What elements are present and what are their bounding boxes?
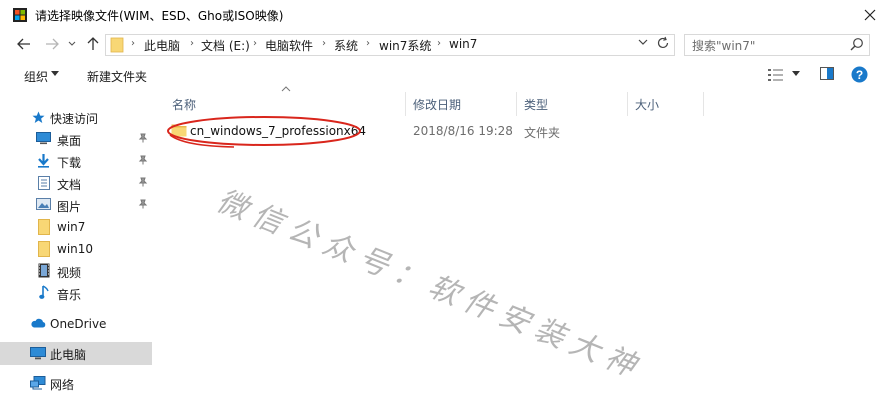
pin-icon[interactable] bbox=[138, 177, 148, 187]
nav-item-win7[interactable]: win7 bbox=[0, 216, 152, 238]
nav-label: 视频 bbox=[57, 266, 82, 280]
pin-icon[interactable] bbox=[138, 155, 148, 165]
address-history-dropdown-icon[interactable] bbox=[638, 38, 648, 46]
annotation-ellipse bbox=[167, 116, 361, 148]
nav-label: win10 bbox=[57, 242, 94, 256]
close-icon bbox=[864, 9, 876, 21]
preview-pane-icon[interactable] bbox=[820, 67, 834, 80]
nav-item-desktop[interactable]: 桌面 bbox=[0, 128, 152, 150]
computer-icon bbox=[30, 347, 46, 360]
nav-item-documents[interactable]: 文档 bbox=[0, 172, 152, 194]
search-placeholder: 搜索"win7" bbox=[692, 39, 756, 53]
arrow-left-icon bbox=[17, 38, 30, 50]
close-button[interactable] bbox=[857, 2, 883, 28]
arrow-right-icon bbox=[46, 38, 59, 50]
folder-icon bbox=[38, 219, 50, 235]
caret-down-icon[interactable] bbox=[792, 71, 800, 77]
new-folder-button[interactable]: 新建文件夹 bbox=[87, 68, 147, 85]
document-icon bbox=[38, 176, 50, 190]
download-icon bbox=[38, 154, 49, 168]
star-icon bbox=[32, 111, 45, 123]
title-bar: 请选择映像文件(WIM、ESD、Gho或ISO映像) bbox=[0, 0, 889, 30]
chevron-down-icon bbox=[68, 41, 76, 46]
breadcrumb-system[interactable]: 系统 bbox=[334, 37, 358, 54]
breadcrumb-separator: › bbox=[131, 38, 135, 49]
up-button[interactable] bbox=[83, 34, 103, 54]
organize-button[interactable]: 组织 bbox=[24, 68, 48, 85]
nav-label: win7 bbox=[57, 220, 86, 234]
nav-item-videos[interactable]: 视频 bbox=[0, 260, 152, 282]
nav-label: OneDrive bbox=[50, 317, 107, 331]
breadcrumb-drive-e[interactable]: 文档 (E:) bbox=[201, 37, 250, 54]
breadcrumb-software[interactable]: 电脑软件 bbox=[265, 37, 313, 54]
search-icon[interactable] bbox=[850, 37, 864, 51]
nav-item-music[interactable]: 音乐 bbox=[0, 282, 152, 304]
file-date: 2018/8/16 19:28 bbox=[413, 124, 513, 138]
nav-item-win10[interactable]: win10 bbox=[0, 238, 152, 260]
cloud-icon bbox=[31, 318, 46, 328]
refresh-icon[interactable] bbox=[656, 36, 670, 50]
column-divider[interactable] bbox=[703, 92, 704, 116]
nav-label: 网络 bbox=[50, 378, 75, 392]
svg-text:?: ? bbox=[856, 68, 863, 82]
navigation-pane: 快速访问 桌面 下载 文档 图片 win7 win10 视频 音乐 OneDri… bbox=[0, 90, 156, 400]
network-icon bbox=[30, 376, 46, 390]
column-divider[interactable] bbox=[516, 92, 517, 116]
column-divider[interactable] bbox=[627, 92, 628, 116]
nav-label: 下载 bbox=[57, 156, 82, 170]
recent-locations-button[interactable] bbox=[62, 34, 82, 54]
view-options-icon[interactable] bbox=[768, 68, 784, 82]
breadcrumb-separator: › bbox=[437, 38, 441, 49]
breadcrumb-win7[interactable]: win7 bbox=[449, 37, 477, 51]
pictures-icon bbox=[36, 198, 51, 210]
window-title: 请选择映像文件(WIM、ESD、Gho或ISO映像) bbox=[35, 9, 284, 23]
forward-button[interactable] bbox=[42, 34, 62, 54]
column-header-type[interactable]: 类型 bbox=[524, 96, 548, 120]
folder-icon bbox=[38, 241, 50, 257]
nav-label: 桌面 bbox=[57, 134, 82, 148]
column-header-size[interactable]: 大小 bbox=[635, 96, 659, 120]
arrow-up-icon bbox=[87, 37, 99, 50]
nav-network[interactable]: 网络 bbox=[0, 372, 152, 394]
breadcrumb-separator: › bbox=[322, 38, 326, 49]
nav-label: 音乐 bbox=[57, 288, 82, 302]
video-icon bbox=[38, 263, 50, 278]
pin-icon[interactable] bbox=[138, 133, 148, 143]
windows-flag-icon bbox=[13, 8, 27, 22]
breadcrumb-win7-system[interactable]: win7系统 bbox=[379, 37, 431, 54]
breadcrumb-this-pc[interactable]: 此电脑 bbox=[144, 37, 180, 54]
nav-item-pictures[interactable]: 图片 bbox=[0, 194, 152, 216]
nav-onedrive[interactable]: OneDrive bbox=[0, 313, 152, 335]
pane-divider[interactable] bbox=[156, 90, 157, 400]
nav-label: 快速访问 bbox=[50, 112, 99, 126]
desktop-icon bbox=[36, 132, 51, 145]
column-header-date[interactable]: 修改日期 bbox=[413, 96, 461, 120]
nav-this-pc[interactable]: 此电脑 bbox=[0, 342, 152, 365]
column-divider[interactable] bbox=[405, 92, 406, 116]
pin-icon[interactable] bbox=[138, 199, 148, 209]
breadcrumb-separator: › bbox=[190, 38, 194, 49]
sort-ascending-icon bbox=[281, 86, 291, 92]
nav-item-downloads[interactable]: 下载 bbox=[0, 150, 152, 172]
nav-label: 图片 bbox=[57, 200, 82, 214]
back-button[interactable] bbox=[14, 34, 34, 54]
breadcrumb-separator: › bbox=[253, 38, 257, 49]
breadcrumb-separator: › bbox=[366, 38, 370, 49]
file-type: 文件夹 bbox=[524, 126, 561, 140]
folder-icon bbox=[110, 37, 124, 53]
nav-label: 文档 bbox=[57, 178, 82, 192]
nav-quick-access[interactable]: 快速访问 bbox=[0, 106, 152, 128]
music-icon bbox=[39, 285, 49, 299]
help-icon[interactable]: ? bbox=[851, 66, 868, 83]
nav-label: 此电脑 bbox=[50, 348, 87, 362]
caret-down-icon bbox=[51, 71, 59, 76]
watermark-text: 微信公众号：软件安装大神 bbox=[211, 183, 648, 387]
